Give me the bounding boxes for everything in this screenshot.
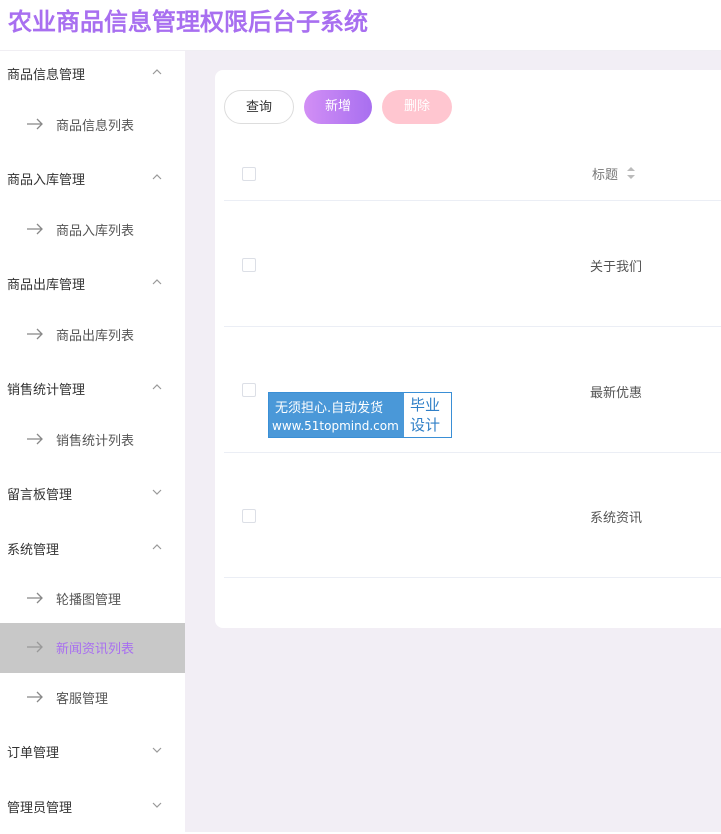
chevron-down-icon	[152, 802, 162, 808]
table-panel	[215, 70, 721, 628]
sidebar-group-label: 商品入库管理	[7, 173, 86, 188]
select-all-checkbox[interactable]	[242, 167, 256, 181]
row-divider	[224, 452, 721, 453]
watermark-slogan: 无须担心.自动发货	[275, 401, 384, 416]
chevron-down-icon	[152, 747, 162, 753]
sidebar-group-admins[interactable]: 管理员管理	[0, 784, 185, 834]
watermark-right-line2: 设计	[410, 416, 441, 434]
chevron-up-icon	[152, 544, 162, 550]
sidebar-item-carousel[interactable]: 轮播图管理	[0, 574, 185, 624]
arrow-right-icon	[27, 592, 43, 604]
sidebar-item-label: 客服管理	[56, 692, 109, 707]
sidebar-group-label: 商品出库管理	[7, 278, 86, 293]
sidebar-item-product-info-list[interactable]: 商品信息列表	[0, 100, 185, 150]
sidebar-item-customer-service[interactable]: 客服管理	[0, 673, 185, 723]
sidebar-group-stock-out[interactable]: 商品出库管理	[0, 261, 185, 311]
table-cell-title: 关于我们	[590, 260, 643, 275]
chevron-up-icon	[152, 69, 162, 75]
watermark-url: www.51topmind.com	[272, 419, 399, 433]
sidebar-group-label: 留言板管理	[7, 488, 73, 503]
sidebar-item-label: 商品出库列表	[56, 329, 135, 344]
sidebar-group-label: 销售统计管理	[7, 383, 86, 398]
sidebar-group-system[interactable]: 系统管理	[0, 526, 185, 576]
header: 农业商品信息管理权限后台子系统	[0, 0, 721, 51]
arrow-right-icon	[27, 118, 43, 130]
sidebar-group-label: 系统管理	[7, 543, 60, 558]
sidebar: 商品信息管理 商品信息列表 商品入库管理 商品入库列表 商品出库管理 商品出库列…	[0, 51, 185, 832]
sidebar-item-label: 商品信息列表	[56, 119, 135, 134]
delete-button[interactable]: 删除	[382, 90, 452, 124]
sidebar-item-label: 商品入库列表	[56, 224, 135, 239]
chevron-up-icon	[152, 174, 162, 180]
sidebar-item-label: 轮播图管理	[56, 593, 122, 608]
arrow-right-icon	[27, 641, 43, 653]
row-checkbox[interactable]	[242, 258, 256, 272]
table-cell-title: 系统资讯	[590, 511, 643, 526]
sidebar-group-orders[interactable]: 订单管理	[0, 729, 185, 779]
sidebar-group-message-board[interactable]: 留言板管理	[0, 471, 185, 521]
chevron-down-icon	[152, 489, 162, 495]
query-button[interactable]: 查询	[224, 90, 294, 124]
sidebar-item-sales-stats-list[interactable]: 销售统计列表	[0, 415, 185, 465]
sidebar-group-label: 管理员管理	[7, 801, 73, 816]
row-divider	[224, 200, 721, 201]
sidebar-item-stock-in-list[interactable]: 商品入库列表	[0, 205, 185, 255]
sidebar-item-stock-out-list[interactable]: 商品出库列表	[0, 310, 185, 360]
sidebar-group-label: 商品信息管理	[7, 68, 86, 83]
watermark-left: 无须担心.自动发货 www.51topmind.com	[269, 393, 404, 437]
chevron-up-icon	[152, 384, 162, 390]
watermark-right-line1: 毕业	[410, 396, 441, 414]
row-divider	[224, 326, 721, 327]
app-title: 农业商品信息管理权限后台子系统	[8, 8, 368, 36]
chevron-up-icon	[152, 279, 162, 285]
row-divider	[224, 577, 721, 578]
sidebar-group-stock-in[interactable]: 商品入库管理	[0, 156, 185, 206]
watermark-badge: 无须担心.自动发货 www.51topmind.com 毕业 设计	[268, 392, 452, 438]
sidebar-item-label: 新闻资讯列表	[56, 642, 135, 657]
add-button[interactable]: 新增	[304, 90, 372, 124]
row-checkbox[interactable]	[242, 383, 256, 397]
sidebar-group-label: 订单管理	[7, 746, 60, 761]
sort-icon[interactable]	[626, 166, 636, 180]
sidebar-item-label: 销售统计列表	[56, 434, 135, 449]
column-header-title[interactable]: 标题	[592, 164, 618, 183]
arrow-right-icon	[27, 691, 43, 703]
row-checkbox[interactable]	[242, 509, 256, 523]
sidebar-group-product-info[interactable]: 商品信息管理	[0, 51, 185, 101]
arrow-right-icon	[27, 433, 43, 445]
sidebar-item-news-list[interactable]: 新闻资讯列表	[0, 623, 185, 673]
sidebar-group-sales-stats[interactable]: 销售统计管理	[0, 366, 185, 416]
arrow-right-icon	[27, 223, 43, 235]
watermark-right: 毕业 设计	[404, 393, 451, 437]
table-cell-title: 最新优惠	[590, 386, 643, 401]
arrow-right-icon	[27, 328, 43, 340]
